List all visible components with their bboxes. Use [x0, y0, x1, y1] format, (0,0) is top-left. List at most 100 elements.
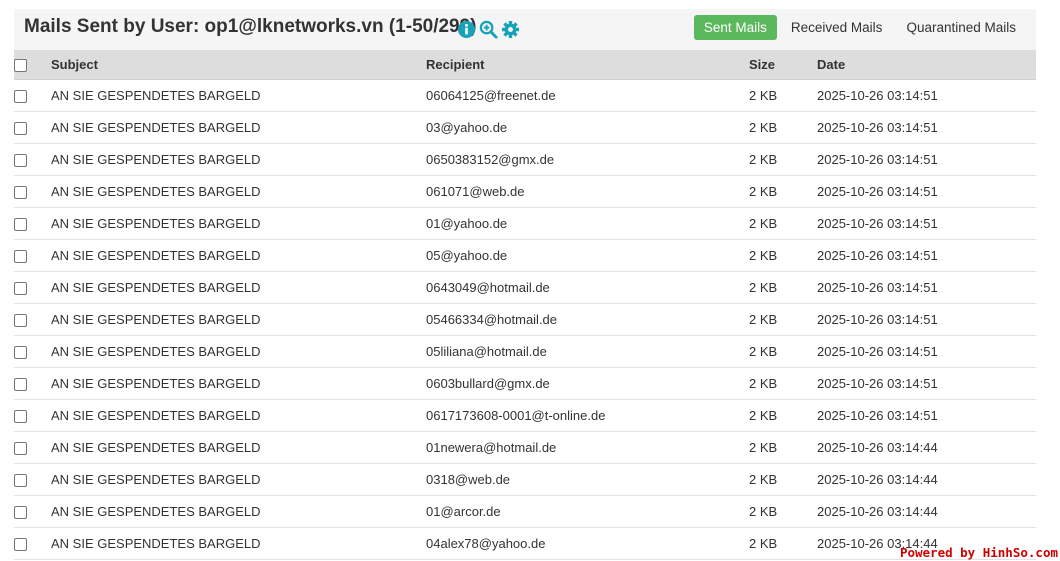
- cell-recipient: 0318@web.de: [426, 463, 749, 496]
- cell-size: 2 KB: [749, 239, 817, 272]
- cell-size: 2 KB: [749, 335, 817, 368]
- cell-date: 2025-10-26 03:14:51: [817, 175, 1036, 208]
- row-select-cell: [14, 463, 51, 496]
- table-row[interactable]: AN SIE GESPENDETES BARGELD 06064125@freen…: [14, 79, 1036, 112]
- column-header-recipient[interactable]: Recipient: [426, 50, 749, 80]
- cell-recipient: 05@yahoo.de: [426, 239, 749, 272]
- table-row[interactable]: AN SIE GESPENDETES BARGELD 0603bullard@gm…: [14, 367, 1036, 400]
- zoom-in-icon[interactable]: [479, 20, 498, 39]
- cell-recipient: 01@arcor.de: [426, 495, 749, 528]
- cell-recipient: 05466334@hotmail.de: [426, 303, 749, 336]
- tab-received-mails[interactable]: Received Mails: [781, 15, 893, 40]
- row-checkbox[interactable]: [14, 346, 27, 360]
- column-header-size[interactable]: Size: [749, 50, 817, 80]
- info-icon[interactable]: [457, 20, 476, 39]
- row-select-cell: [14, 399, 51, 432]
- cell-size: 2 KB: [749, 527, 817, 560]
- cell-subject: AN SIE GESPENDETES BARGELD: [51, 527, 426, 560]
- row-select-cell: [14, 303, 51, 336]
- row-checkbox[interactable]: [14, 186, 27, 200]
- tab-sent-mails[interactable]: Sent Mails: [693, 15, 777, 40]
- cell-size: 2 KB: [749, 495, 817, 528]
- mail-tabs: Sent Mails Received Mails Quarantined Ma…: [693, 15, 1026, 40]
- cell-size: 2 KB: [749, 175, 817, 208]
- cell-size: 2 KB: [749, 271, 817, 304]
- cell-date: 2025-10-26 03:14:51: [817, 79, 1036, 112]
- row-select-cell: [14, 239, 51, 272]
- cell-size: 2 KB: [749, 431, 817, 464]
- cell-subject: AN SIE GESPENDETES BARGELD: [51, 79, 426, 112]
- cell-subject: AN SIE GESPENDETES BARGELD: [51, 463, 426, 496]
- table-row[interactable]: AN SIE GESPENDETES BARGELD 05466334@hotma…: [14, 303, 1036, 336]
- cell-recipient: 05liliana@hotmail.de: [426, 335, 749, 368]
- cell-size: 2 KB: [749, 367, 817, 400]
- row-checkbox[interactable]: [14, 90, 27, 104]
- row-select-cell: [14, 111, 51, 144]
- table-row[interactable]: AN SIE GESPENDETES BARGELD 05liliana@hotm…: [14, 335, 1036, 368]
- cell-subject: AN SIE GESPENDETES BARGELD: [51, 335, 426, 368]
- cell-subject: AN SIE GESPENDETES BARGELD: [51, 239, 426, 272]
- table-row[interactable]: AN SIE GESPENDETES BARGELD 05@yahoo.de 2 K…: [14, 239, 1036, 272]
- gear-icon[interactable]: [501, 20, 520, 39]
- title-icons: [457, 20, 520, 39]
- cell-recipient: 03@yahoo.de: [426, 111, 749, 144]
- cell-date: 2025-10-26 03:14:51: [817, 303, 1036, 336]
- cell-recipient: 0603bullard@gmx.de: [426, 367, 749, 400]
- row-checkbox[interactable]: [14, 538, 27, 552]
- cell-recipient: 01@yahoo.de: [426, 207, 749, 240]
- cell-subject: AN SIE GESPENDETES BARGELD: [51, 111, 426, 144]
- row-select-cell: [14, 207, 51, 240]
- cell-size: 2 KB: [749, 303, 817, 336]
- row-checkbox[interactable]: [14, 410, 27, 424]
- table-row[interactable]: AN SIE GESPENDETES BARGELD 0643049@hotmai…: [14, 271, 1036, 304]
- row-checkbox[interactable]: [14, 442, 27, 456]
- table-row[interactable]: AN SIE GESPENDETES BARGELD 01@arcor.de 2 K…: [14, 495, 1036, 528]
- cell-recipient: 0650383152@gmx.de: [426, 143, 749, 176]
- page-header: Mails Sent by User: op1@lknetworks.vn (1…: [14, 9, 1036, 50]
- table-row[interactable]: AN SIE GESPENDETES BARGELD 01@yahoo.de 2 K…: [14, 207, 1036, 240]
- row-checkbox[interactable]: [14, 154, 27, 168]
- row-checkbox[interactable]: [14, 506, 27, 520]
- cell-recipient: 06064125@freenet.de: [426, 79, 749, 112]
- cell-recipient: 01newera@hotmail.de: [426, 431, 749, 464]
- row-select-cell: [14, 79, 51, 112]
- cell-recipient: 0617173608-0001@t-online.de: [426, 399, 749, 432]
- cell-date: 2025-10-26 03:14:44: [817, 431, 1036, 464]
- cell-size: 2 KB: [749, 399, 817, 432]
- table-row[interactable]: AN SIE GESPENDETES BARGELD 04alex78@yahoo…: [14, 527, 1036, 560]
- cell-subject: AN SIE GESPENDETES BARGELD: [51, 175, 426, 208]
- cell-size: 2 KB: [749, 463, 817, 496]
- watermark: Powered by HinhSo.com: [899, 545, 1058, 560]
- row-checkbox[interactable]: [14, 378, 27, 392]
- cell-subject: AN SIE GESPENDETES BARGELD: [51, 367, 426, 400]
- table-row[interactable]: AN SIE GESPENDETES BARGELD 01newera@hotma…: [14, 431, 1036, 464]
- row-checkbox[interactable]: [14, 218, 27, 232]
- cell-date: 2025-10-26 03:14:51: [817, 239, 1036, 272]
- row-checkbox[interactable]: [14, 474, 27, 488]
- row-checkbox[interactable]: [14, 250, 27, 264]
- cell-subject: AN SIE GESPENDETES BARGELD: [51, 303, 426, 336]
- cell-date: 2025-10-26 03:14:51: [817, 143, 1036, 176]
- cell-subject: AN SIE GESPENDETES BARGELD: [51, 143, 426, 176]
- table-row[interactable]: AN SIE GESPENDETES BARGELD 0318@web.de 2 K…: [14, 463, 1036, 496]
- table-row[interactable]: AN SIE GESPENDETES BARGELD 0617173608-000…: [14, 399, 1036, 432]
- row-checkbox[interactable]: [14, 122, 27, 136]
- table-row[interactable]: AN SIE GESPENDETES BARGELD 061071@web.de 2…: [14, 175, 1036, 208]
- cell-size: 2 KB: [749, 207, 817, 240]
- cell-subject: AN SIE GESPENDETES BARGELD: [51, 399, 426, 432]
- column-header-subject[interactable]: Subject: [51, 50, 426, 80]
- select-all-checkbox[interactable]: [14, 59, 27, 73]
- cell-date: 2025-10-26 03:14:51: [817, 111, 1036, 144]
- row-checkbox[interactable]: [14, 282, 27, 296]
- row-checkbox[interactable]: [14, 314, 27, 328]
- tab-quarantined-mails[interactable]: Quarantined Mails: [896, 15, 1026, 40]
- cell-size: 2 KB: [749, 111, 817, 144]
- table-row[interactable]: AN SIE GESPENDETES BARGELD 03@yahoo.de 2 K…: [14, 111, 1036, 144]
- cell-size: 2 KB: [749, 143, 817, 176]
- table-row[interactable]: AN SIE GESPENDETES BARGELD 0650383152@gmx…: [14, 143, 1036, 176]
- column-header-date[interactable]: Date: [817, 50, 1036, 80]
- cell-date: 2025-10-26 03:14:51: [817, 367, 1036, 400]
- cell-recipient: 0643049@hotmail.de: [426, 271, 749, 304]
- cell-date: 2025-10-26 03:14:44: [817, 495, 1036, 528]
- cell-recipient: 061071@web.de: [426, 175, 749, 208]
